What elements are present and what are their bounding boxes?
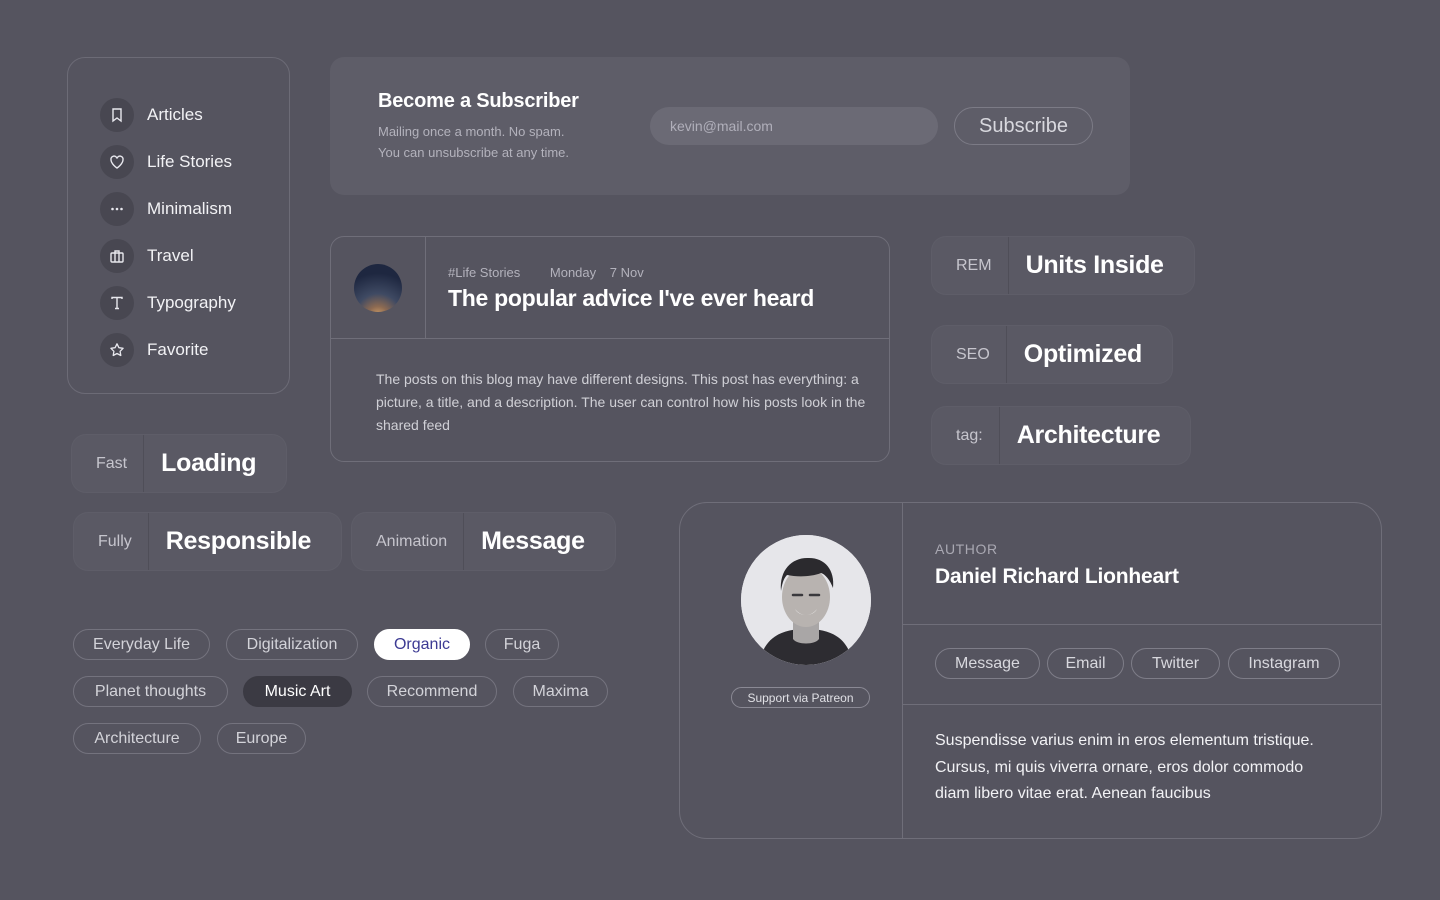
label-tag: tag: Architecture [932,407,1191,464]
label-value: Responsible [165,527,312,555]
label-animation: Animation Message [352,513,615,570]
post-date: 7 Nov [609,265,644,280]
label-value: Loading [161,449,257,477]
email-field[interactable] [650,107,938,145]
post-category[interactable]: #Life Stories [448,265,520,280]
heart-icon [100,144,134,179]
category-sidebar: Articles Life Stories Minimalism Travel … [67,57,290,394]
sidebar-item-articles[interactable]: Articles [100,91,289,138]
subscribe-title: Become a Subscriber [378,90,579,112]
sidebar-item-label: Life Stories [147,151,233,171]
label-key: tag: [932,407,1000,464]
tag-organic[interactable]: Organic [374,629,470,660]
sidebar-item-typography[interactable]: Typography [100,279,289,326]
divider [331,338,889,339]
sidebar-item-label: Minimalism [147,198,232,218]
tag-recommend[interactable]: Recommend [367,676,497,707]
sidebar-item-label: Travel [147,245,194,265]
sidebar-item-label: Articles [147,104,203,124]
sidebar-item-life-stories[interactable]: Life Stories [100,138,289,185]
type-icon [100,285,134,320]
briefcase-icon [100,238,134,273]
sidebar-item-travel[interactable]: Travel [100,232,289,279]
divider [903,704,1381,705]
subscribe-description: Mailing once a month. No spam. You can u… [378,121,569,163]
label-key: Fast [72,435,145,492]
label-rem: REM Units Inside [932,237,1194,294]
tag-music-art[interactable]: Music Art [243,676,352,707]
tag-architecture[interactable]: Architecture [73,723,201,754]
label-fully: Fully Responsible [74,513,342,570]
sidebar-item-minimalism[interactable]: Minimalism [100,185,289,232]
tag-planet-thoughts[interactable]: Planet thoughts [73,676,228,707]
post-card[interactable]: #Life Stories Monday 7 Nov The popular a… [330,236,890,462]
label-value: Message [481,527,585,555]
star-icon [100,332,134,367]
tag-maxima[interactable]: Maxima [513,676,608,707]
tag-fuga[interactable]: Fuga [485,629,559,660]
post-excerpt: The posts on this blog may have differen… [376,371,866,433]
tag-everyday-life[interactable]: Everyday Life [73,629,210,660]
label-value: Units Inside [1025,251,1164,279]
author-name: Daniel Richard Lionheart [935,565,1179,588]
subscribe-card: Become a Subscriber Mailing once a month… [330,57,1130,195]
subscribe-desc-line: Mailing once a month. No spam. [378,124,565,139]
post-thumbnail-cell [331,237,426,338]
post-day: Monday [549,265,597,280]
author-label: AUTHOR [935,541,998,557]
divider [903,624,1381,625]
sidebar-item-label: Favorite [147,339,209,359]
subscribe-button[interactable]: Subscribe [954,107,1093,145]
post-meta: #Life Stories Monday 7 Nov [448,265,670,280]
label-value: Architecture [1016,421,1161,449]
tag-europe[interactable]: Europe [217,723,306,754]
label-value: Optimized [1023,340,1142,368]
post-title[interactable]: The popular advice I've ever heard [448,285,814,312]
tag-digitalization[interactable]: Digitalization [226,629,358,660]
sidebar-item-favorite[interactable]: Favorite [100,326,289,373]
label-seo: SEO Optimized [932,326,1172,383]
bookmark-icon [100,97,134,132]
author-twitter-button[interactable]: Twitter [1131,648,1220,679]
patreon-support-button[interactable]: Support via Patreon [731,687,870,708]
label-key: SEO [932,326,1007,383]
post-thumbnail [354,264,402,312]
author-email-button[interactable]: Email [1047,648,1124,679]
author-instagram-button[interactable]: Instagram [1228,648,1340,679]
more-dots-icon [100,191,134,226]
divider [902,503,903,838]
label-key: Fully [74,513,149,570]
author-bio: Suspendisse varius enim in eros elementu… [935,732,1314,802]
subscribe-desc-line: You can unsubscribe at any time. [378,145,570,160]
label-fast: Fast Loading [72,435,287,492]
author-card: Support via Patreon AUTHOR Daniel Richar… [679,502,1382,839]
sidebar-item-label: Typography [147,292,236,312]
label-key: REM [932,237,1009,294]
label-key: Animation [352,513,465,570]
author-avatar [741,535,871,665]
author-message-button[interactable]: Message [935,648,1040,679]
